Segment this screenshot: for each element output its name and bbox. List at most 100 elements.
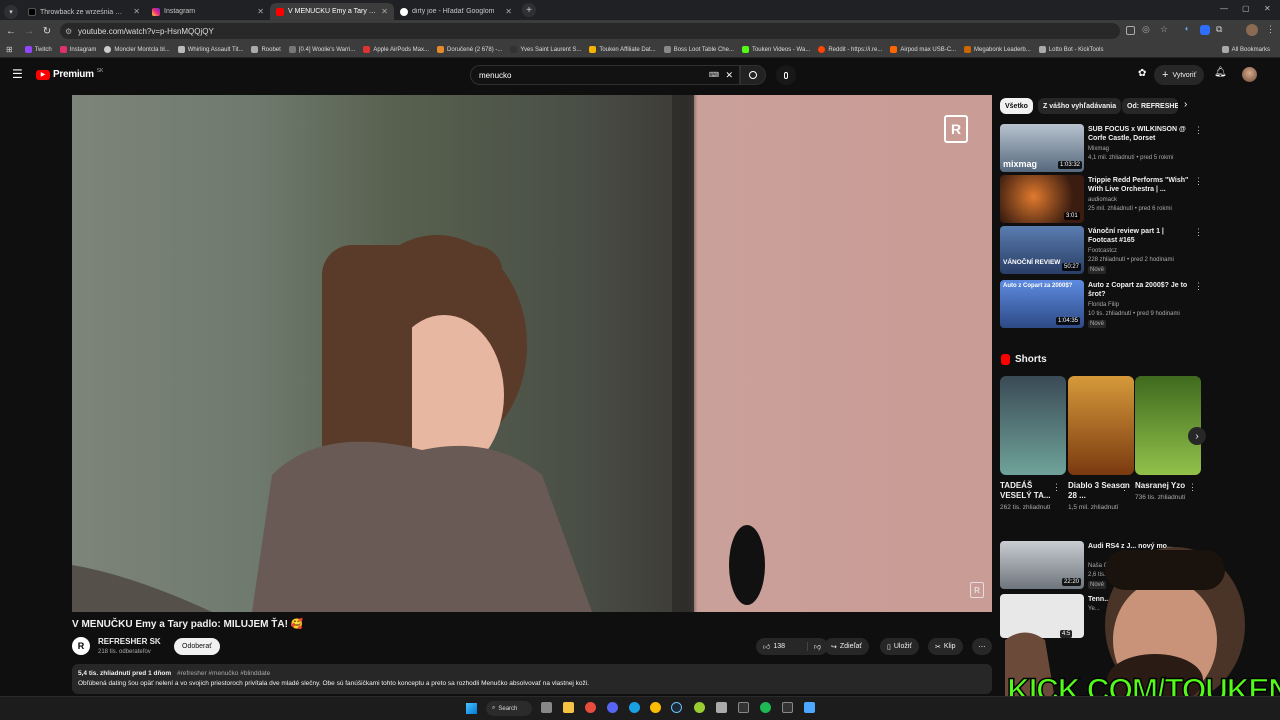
bookmark[interactable]: Doručené (2 678) -... [433, 46, 506, 53]
keyboard-icon[interactable]: ⌨ [709, 71, 719, 79]
bookmark[interactable]: Roobet [247, 46, 284, 53]
edge-icon[interactable] [629, 702, 640, 713]
extension-icon[interactable]: ✿ [1138, 68, 1146, 79]
bookmark[interactable]: Airpod max USB-C... [886, 46, 960, 53]
search-button[interactable] [740, 65, 766, 85]
related-video[interactable]: 3:01 Trippie Redd Performs "Wish" With L… [1000, 175, 1203, 223]
browser-tab[interactable]: Instagram ✕ [146, 3, 270, 20]
chip-from-channel[interactable]: Od: REFRESHER [1122, 98, 1178, 114]
channel-avatar[interactable]: R [72, 637, 90, 655]
maximize-icon[interactable]: ▢ [1242, 4, 1250, 13]
more-options-icon[interactable]: ⋮ [1194, 125, 1203, 136]
browser-tab[interactable]: Throwback ze września 😊🙏 Z...✕ [22, 3, 146, 20]
apps-icon[interactable]: ⊞ [6, 45, 13, 54]
tab-search-dropdown-icon[interactable]: ▾ [4, 4, 18, 19]
save-button[interactable]: ▯ Uložiť [880, 638, 920, 655]
bookmark[interactable]: Twitch [21, 46, 56, 53]
more-options-icon[interactable]: ⋮ [1194, 227, 1203, 238]
shorts-next-button[interactable]: › [1188, 427, 1206, 445]
browser-tab[interactable]: dirty joe - Hľadať Googlom ✕ [394, 3, 518, 20]
related-video[interactable]: VÁNOČNÍ REVIEW 50:27 Vánoční review part… [1000, 226, 1203, 276]
new-tab-button[interactable]: + [522, 3, 536, 17]
description-box[interactable]: 5,4 tis. zhliadnutí pred 1 dňom #refresh… [72, 664, 992, 694]
more-options-icon[interactable]: ⋮ [1120, 482, 1129, 493]
menu-icon[interactable]: ⋮ [1266, 24, 1275, 35]
clear-search-icon[interactable]: ✕ [725, 70, 733, 81]
bookmark[interactable]: Yves Saint Laurent S... [506, 46, 585, 53]
bookmark[interactable]: Lotto Bot - KickTools [1035, 46, 1108, 53]
like-button[interactable]: 👍︎ 138 👎︎ [756, 638, 828, 655]
more-options-icon[interactable]: ⋮ [1194, 281, 1203, 292]
close-tab-icon[interactable]: ✕ [505, 7, 512, 16]
bookmark[interactable]: Touken Videos - Wa... [738, 46, 814, 53]
search-input[interactable]: menucko ⌨ ✕ [470, 65, 740, 85]
app-icon[interactable] [804, 702, 815, 713]
chip-from-search[interactable]: Z vášho vyhľadávania [1038, 98, 1122, 114]
voice-search-button[interactable] [776, 65, 796, 85]
channel-watermark-icon[interactable]: R [944, 115, 968, 143]
subscribe-button[interactable]: Odoberať [174, 638, 220, 655]
youtube-logo[interactable]: ▶ Premium SK [36, 68, 103, 80]
clip-button[interactable]: ✂ Klip [928, 638, 963, 655]
windows-start-icon[interactable] [466, 703, 477, 714]
site-info-icon[interactable]: ⚙ [65, 27, 72, 36]
close-window-icon[interactable]: ✕ [1264, 4, 1271, 13]
back-icon[interactable]: ← [2, 26, 20, 37]
discord-icon[interactable] [607, 702, 618, 713]
video-frame [72, 95, 765, 612]
taskbar-search[interactable]: ⌕ Search [486, 701, 532, 716]
chrome-icon[interactable] [650, 702, 661, 713]
spotify-icon[interactable] [760, 702, 771, 713]
reload-icon[interactable]: ↻ [38, 26, 56, 37]
bookmark[interactable]: Apple AirPods Max... [359, 46, 433, 53]
extension-icon[interactable] [1126, 26, 1135, 35]
related-video[interactable]: mixmag 1:03:32 SUB FOCUS x WILKINSON @ C… [1000, 124, 1203, 172]
more-options-icon[interactable]: ⋮ [1194, 176, 1203, 187]
more-options-icon[interactable]: ⋮ [1052, 482, 1061, 493]
bookmark[interactable]: [0.4] Woolie's Warri... [285, 46, 360, 53]
app-icon[interactable] [585, 702, 596, 713]
star-icon[interactable]: ☆ [1160, 24, 1168, 35]
video-player[interactable]: R R [72, 95, 992, 612]
related-video[interactable]: Auto z Copart za 2000$? 1:04:35 Auto z C… [1000, 280, 1203, 330]
close-tab-icon[interactable]: ✕ [257, 7, 264, 16]
puzzle-icon[interactable]: ⧉ [1216, 24, 1222, 35]
bookmark[interactable]: Whirling Assault Tit... [174, 46, 248, 53]
chip-all[interactable]: Všetko [1000, 98, 1033, 114]
browser-tab-active[interactable]: V MENUČKU Emy a Tary padlo:✕ [270, 3, 394, 20]
forward-icon[interactable]: → [20, 26, 38, 37]
share-button[interactable]: ↪ Zdieľať [824, 638, 870, 655]
profile-avatar[interactable] [1246, 24, 1258, 36]
eye-off-icon[interactable]: ◎ [1142, 24, 1150, 35]
app-icon[interactable] [694, 702, 705, 713]
notifications-bell-icon[interactable]: 🔔︎ [1214, 67, 1227, 78]
file-explorer-icon[interactable] [563, 702, 574, 713]
create-button[interactable]: + Vytvoriť [1154, 65, 1205, 85]
steam-icon[interactable] [671, 702, 682, 713]
hashtags[interactable]: #refresher #menučko #blinddate [177, 670, 270, 677]
address-bar[interactable]: ⚙ youtube.com/watch?v=p-HsnMQQjQY [60, 23, 1120, 39]
more-options-icon[interactable]: ⋮ [1188, 482, 1197, 493]
all-bookmarks[interactable]: All Bookmarks [1218, 46, 1274, 53]
app-icon[interactable] [716, 702, 727, 713]
account-avatar[interactable] [1242, 67, 1257, 82]
app-icon[interactable] [738, 702, 749, 713]
bookmark[interactable]: Moncler Montcla bl... [100, 46, 173, 53]
bookmark[interactable]: Reddit - https://i.re... [814, 46, 886, 53]
bookmark[interactable]: Instagram [56, 46, 101, 53]
short-thumbnail [1135, 376, 1201, 475]
terminal-icon[interactable] [782, 702, 793, 713]
close-tab-icon[interactable]: ✕ [133, 7, 140, 16]
hamburger-menu-icon[interactable]: ☰ [12, 67, 23, 81]
bookmark[interactable]: Boss Loot Table Che... [660, 46, 738, 53]
extension-icon[interactable]: ◖ [1184, 24, 1189, 33]
dislike-button[interactable]: 👎︎ [806, 642, 821, 651]
bookmark[interactable]: Megabonk Leaderb... [960, 46, 1035, 53]
chevron-right-icon[interactable]: › [1184, 99, 1187, 110]
channel-name[interactable]: REFRESHER SK [98, 637, 161, 646]
minimize-icon[interactable]: — [1220, 4, 1228, 13]
close-tab-icon[interactable]: ✕ [381, 7, 388, 16]
extension-icon[interactable] [1200, 25, 1210, 35]
task-view-icon[interactable] [541, 702, 552, 713]
bookmark[interactable]: Touken Affiliate Dat... [585, 46, 659, 53]
